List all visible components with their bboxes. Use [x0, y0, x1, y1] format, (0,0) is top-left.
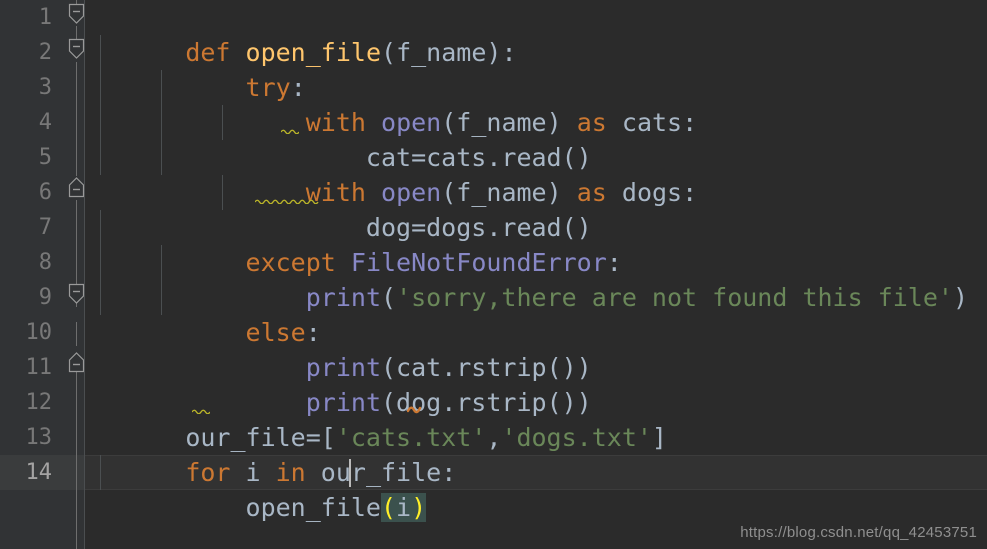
code-line-10[interactable]: print(cat.rstrip()) — [95, 315, 592, 382]
code-line-9[interactable]: else: — [95, 280, 321, 347]
token-paren: ( — [381, 38, 397, 67]
code-line-5[interactable]: with open(f_name) as dogs: — [95, 140, 697, 207]
fold-rail-segment — [76, 322, 77, 346]
code-line-4[interactable]: cat=cats.read() — [95, 105, 592, 172]
token-paren: ) — [486, 38, 502, 67]
fold-marker-collapse-icon[interactable] — [68, 3, 85, 25]
watermark-url: https://blog.csdn.net/qq_42453751 — [740, 524, 977, 541]
token-matched-brace-close: ) — [411, 493, 427, 522]
line-number-2: 2 — [38, 40, 52, 65]
weak-warning-squiggle — [281, 128, 299, 134]
token-string: 'sorry,there are not found this file' — [396, 283, 953, 312]
fold-marker-collapse-icon[interactable] — [68, 283, 85, 305]
token-colon: : — [501, 38, 517, 67]
text-caret — [349, 459, 351, 487]
line-number-1: 1 — [38, 5, 52, 30]
fold-marker-block-end-icon[interactable] — [68, 176, 85, 198]
code-line-8[interactable]: print('sorry,there are not found this fi… — [95, 245, 968, 312]
line-number-14: 14 — [25, 460, 53, 485]
line-number-12: 12 — [25, 390, 53, 415]
code-line-1[interactable]: def open_file(f_name): — [95, 0, 516, 67]
token-identifier: dogs: — [606, 178, 698, 207]
token-identifier: f_name — [396, 38, 487, 67]
line-number-7: 7 — [38, 215, 52, 240]
code-editor-window: 1 2 3 4 5 6 7 8 9 10 11 12 13 14 def ope… — [0, 0, 987, 549]
token-argument: i — [396, 493, 412, 522]
line-number-9: 9 — [38, 285, 52, 310]
code-text-area[interactable]: def open_file(f_name): try: with open(f_… — [85, 0, 987, 549]
token-paren: ( — [381, 283, 397, 312]
line-number-8: 8 — [38, 250, 52, 275]
line-number-10: 10 — [25, 320, 53, 345]
line-number-5: 5 — [38, 145, 52, 170]
line-number-4: 4 — [38, 110, 52, 135]
code-line-7[interactable]: except FileNotFoundError: — [95, 210, 622, 277]
token-string: 'dogs.txt' — [501, 423, 652, 452]
code-line-12[interactable]: our_file=['cats.txt','dogs.txt'] — [95, 385, 667, 452]
code-line-2[interactable]: try: — [95, 35, 306, 102]
line-number-13: 13 — [25, 425, 53, 450]
line-number-3: 3 — [38, 75, 52, 100]
code-line-3[interactable]: with open(f_name) as cats: — [95, 70, 697, 137]
fold-rail-segment — [76, 62, 77, 176]
weak-warning-squiggle — [255, 198, 319, 204]
token-paren: ) — [952, 283, 969, 312]
fold-marker-collapse-icon[interactable] — [68, 38, 85, 60]
token-call-name: open_file — [185, 493, 381, 522]
token-matched-brace-open: ( — [380, 493, 397, 522]
token-identifier: cats: — [606, 108, 698, 137]
fold-marker-block-end-icon[interactable] — [68, 351, 85, 373]
code-line-11[interactable]: print(dog.rstrip()) — [95, 350, 592, 417]
fold-rail-segment — [76, 370, 77, 549]
line-number-11: 11 — [25, 355, 53, 380]
code-line-13[interactable]: for i in our_file: — [95, 420, 456, 487]
error-squiggle — [407, 404, 425, 414]
line-number-6: 6 — [38, 180, 52, 205]
token-comma: , — [486, 423, 502, 452]
editor-gutter[interactable]: 1 2 3 4 5 6 7 8 9 10 11 12 13 14 — [0, 0, 85, 549]
code-line-14[interactable]: open_file(i) — [95, 455, 427, 522]
code-line-6[interactable]: dog=dogs.read() — [95, 175, 592, 242]
token-bracket: ] — [651, 423, 667, 452]
weak-warning-squiggle — [192, 408, 210, 414]
